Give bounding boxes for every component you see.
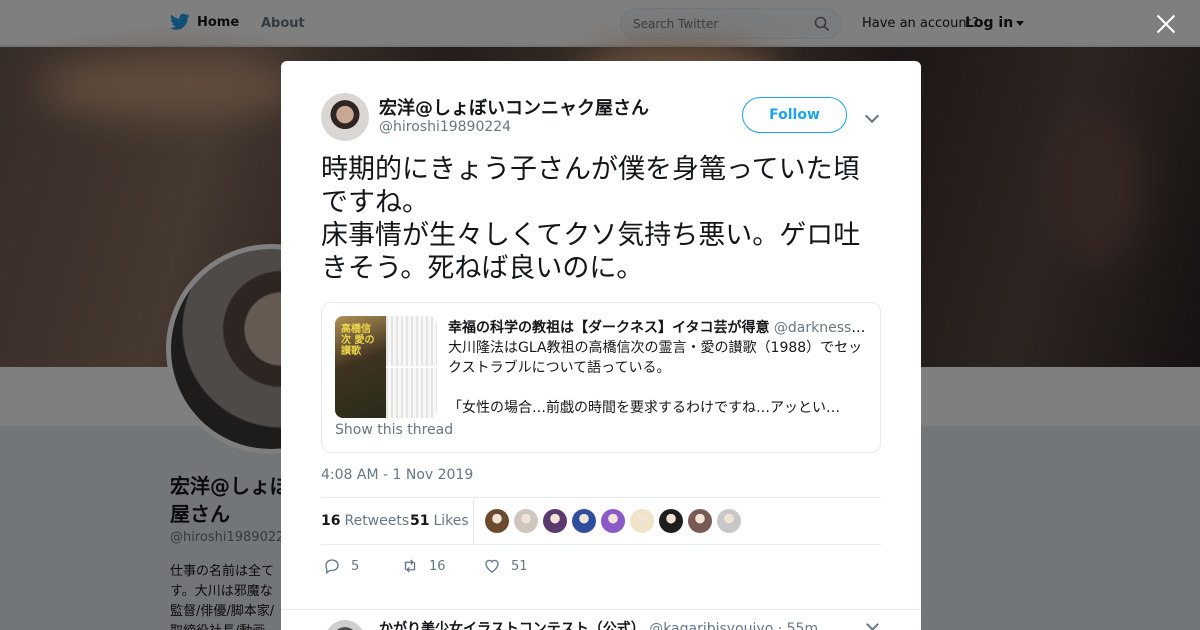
reply-author-avatar[interactable] <box>325 620 365 630</box>
show-thread-link[interactable]: Show this thread <box>335 422 453 438</box>
heart-icon <box>485 559 499 573</box>
likes-count: 51 <box>410 513 430 529</box>
quoted-author-name: 幸福の科学の教祖は【ダークネス】イタコ芸が得意 <box>448 320 770 336</box>
liker-avatar[interactable] <box>543 509 567 533</box>
liker-avatar[interactable] <box>601 509 625 533</box>
liker-avatar[interactable] <box>717 509 741 533</box>
reply-tweet[interactable]: かがり美少女イラストコンテスト（公式） @kagaribisyoujyo · 5… <box>281 609 921 630</box>
retweet-count: 16 <box>429 558 446 574</box>
tweet-text-line: 時期的にきょう子さんが僕を身篭っていた頃 <box>321 154 860 185</box>
liker-avatar[interactable] <box>485 509 509 533</box>
tweet-modal: 宏洋@しょぼいコンニャク屋さん @hiroshi19890224 Follow … <box>281 61 921 630</box>
book-cover-title: 高橋信次 愛の讃歌 <box>341 324 375 357</box>
retweet-icon <box>404 559 416 573</box>
liker-avatar[interactable] <box>514 509 538 533</box>
book-pages-image <box>386 316 437 418</box>
chevron-down-icon[interactable] <box>866 618 879 630</box>
tweet-text-line: ですね。 <box>321 187 429 218</box>
book-cover-image: 高橋信次 愛の讃歌 <box>335 316 386 418</box>
quoted-text-line: 大川隆法はGLA教祖の高橋信次の霊言・愛の讃歌（1988）でセッ <box>448 340 863 356</box>
reply-action[interactable]: 5 <box>323 557 359 575</box>
follow-button[interactable]: Follow <box>742 97 847 133</box>
tweet-author-avatar[interactable] <box>321 93 369 141</box>
close-icon[interactable] <box>1156 14 1176 34</box>
retweet-action[interactable]: 16 <box>401 557 446 575</box>
tweet-stats-bar: 16 Retweets 51 Likes <box>321 497 881 545</box>
tweet-text: 時期的にきょう子さんが僕を身篭っていた頃 ですね。 床事情が生々しくてクソ気持ち… <box>321 153 886 285</box>
liker-avatar[interactable] <box>572 509 596 533</box>
quoted-text-line: 「女性の場合…前戯の時間を要求するわけですね…アッとい… <box>448 400 840 416</box>
tweet-timestamp[interactable]: 4:08 AM - 1 Nov 2019 <box>321 467 473 483</box>
quoted-tweet-card[interactable]: 高橋信次 愛の讃歌 幸福の科学の教祖は【ダークネス】イタコ芸が得意 @darkn… <box>321 302 881 453</box>
chevron-down-icon[interactable] <box>864 108 880 124</box>
retweets-count: 16 <box>321 513 341 529</box>
quoted-text-line: クストラブルについて語っている。 <box>448 360 671 376</box>
quoted-tweet-image[interactable]: 高橋信次 愛の讃歌 <box>335 316 437 418</box>
tweet-text-line: 床事情が生々しくてクソ気持ち悪い。ゲロ吐 <box>321 220 861 251</box>
like-count: 51 <box>511 558 528 574</box>
reply-author-name[interactable]: かがり美少女イラストコンテスト（公式） <box>379 621 645 630</box>
quoted-tweet-text: 大川隆法はGLA教祖の高橋信次の霊言・愛の讃歌（1988）でセッ クストラブルに… <box>448 338 873 418</box>
reply-count: 5 <box>351 558 360 574</box>
reply-icon <box>325 559 339 575</box>
reply-author-meta: @kagaribisyoujyo · 55m <box>649 621 819 630</box>
tweet-actions: 5 16 51 <box>321 557 881 581</box>
tweet-author-name[interactable]: 宏洋@しょぼいコンニャク屋さん <box>379 94 649 120</box>
likes-stat[interactable]: 51 Likes <box>410 513 469 529</box>
stats-divider <box>473 498 474 544</box>
liker-avatars <box>485 509 741 533</box>
quoted-text-line <box>448 378 873 398</box>
like-action[interactable]: 51 <box>483 557 528 575</box>
reply-header: かがり美少女イラストコンテスト（公式） @kagaribisyoujyo · 5… <box>379 618 818 630</box>
quoted-tweet-header: 幸福の科学の教祖は【ダークネス】イタコ芸が得意 @darkness9… <box>448 317 873 337</box>
tweet-text-line: きそう。死ねば良いのに。 <box>321 253 644 284</box>
quoted-author-handle: @darkness9… <box>773 320 873 336</box>
liker-avatar[interactable] <box>688 509 712 533</box>
liker-avatar[interactable] <box>659 509 683 533</box>
retweets-stat[interactable]: 16 Retweets <box>321 513 409 529</box>
retweets-label: Retweets <box>344 513 410 529</box>
liker-avatar[interactable] <box>630 509 654 533</box>
likes-label: Likes <box>433 513 469 529</box>
tweet-author-handle[interactable]: @hiroshi19890224 <box>379 119 511 135</box>
